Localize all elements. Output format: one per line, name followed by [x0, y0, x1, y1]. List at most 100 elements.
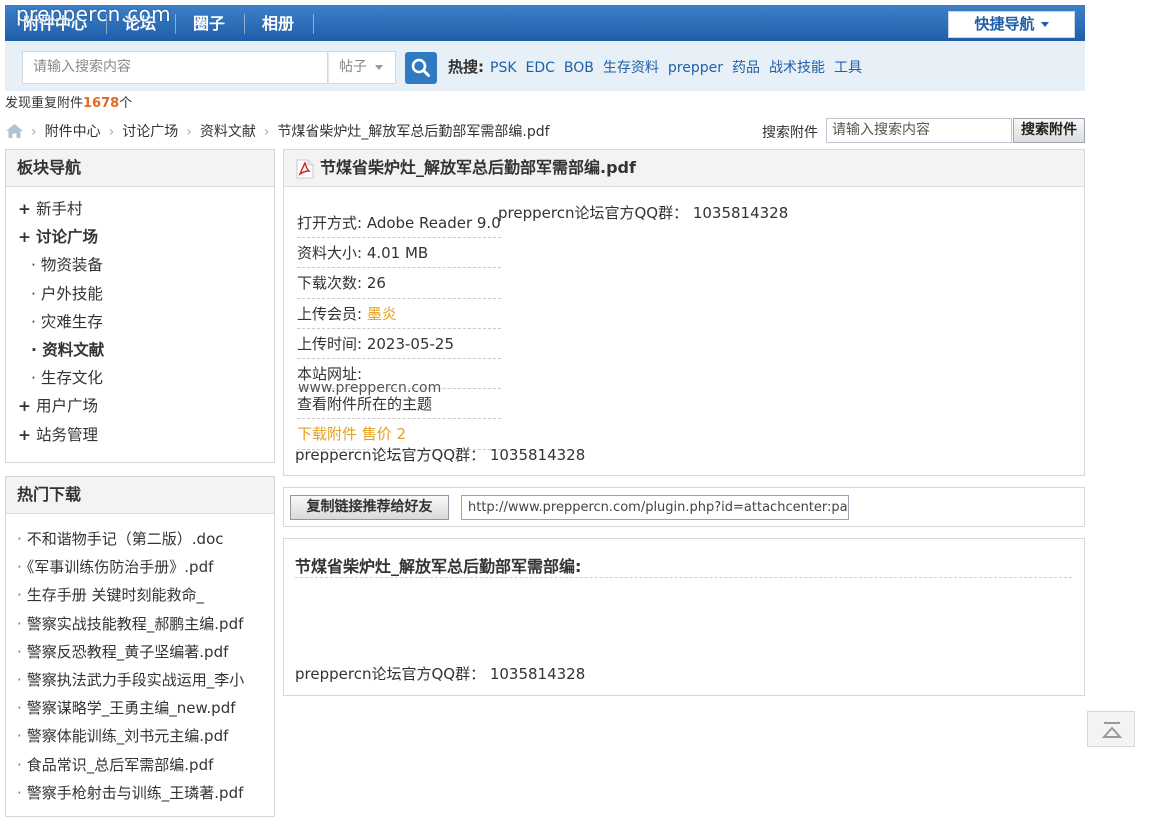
share-link-panel: 复制链接推荐给好友 http://www.preppercn.com/plugi…: [283, 487, 1085, 527]
sidebar-item-outdoor[interactable]: · 户外技能: [18, 280, 274, 308]
bullet-icon: ·: [31, 369, 41, 388]
sidebar-item-users[interactable]: + 用户广场: [18, 392, 274, 420]
hot-term-link[interactable]: 工具: [834, 60, 862, 76]
sidebar-item-label: 资料文献: [42, 340, 105, 359]
hot-download-item[interactable]: 警察执法武力手段实战运用_李小: [17, 667, 267, 695]
breadcrumb-separator: ›: [108, 124, 115, 140]
hot-download-item[interactable]: 《军事训练伤防治手册》.pdf: [17, 554, 267, 582]
forum-navigation-title: 板块导航: [6, 150, 274, 187]
bullet-icon: ·: [31, 340, 43, 359]
hot-term-link[interactable]: BOB: [564, 60, 594, 76]
hot-term-link[interactable]: 生存资料: [603, 60, 659, 76]
breadcrumb-discussion[interactable]: 讨论广场: [122, 124, 178, 140]
file-info-list: 打开方式: Adobe Reader 9.0 资料大小: 4.01 MB 下载次…: [297, 208, 501, 450]
sidebar-item-label: 生存文化: [40, 369, 103, 388]
sidebar-item-label: 灾难生存: [40, 312, 103, 331]
copy-link-button[interactable]: 复制链接推荐给好友: [290, 495, 449, 520]
expand-icon: +: [18, 228, 31, 247]
home-icon[interactable]: [6, 124, 23, 138]
open-with-row: 打开方式: Adobe Reader 9.0: [297, 208, 501, 239]
sidebar-item-label: 用户广场: [36, 397, 99, 416]
hot-term-link[interactable]: EDC: [526, 60, 555, 76]
hot-download-item[interactable]: 警察实战技能教程_郝鹏主编.pdf: [17, 611, 267, 639]
sidebar-item-newbie[interactable]: + 新手村: [18, 195, 274, 223]
hot-downloads-panel: 热门下载 不和谐物手记（第二版）.doc 《军事训练伤防治手册》.pdf 生存手…: [5, 476, 275, 817]
duplicate-count: 1678: [83, 96, 120, 111]
hot-download-item[interactable]: 警察反恐教程_黄子坚编著.pdf: [17, 639, 267, 667]
duplicate-notice-suffix: 个: [119, 96, 133, 111]
hot-downloads-title: 热门下载: [6, 477, 274, 514]
breadcrumb-separator: ›: [31, 124, 37, 140]
hot-term-link[interactable]: prepper: [668, 60, 723, 76]
share-url-field[interactable]: http://www.preppercn.com/plugin.php?id=a…: [461, 495, 849, 520]
view-thread-row: www.preppercn.com 查看附件所在的主题: [297, 380, 501, 420]
file-description-panel: 节煤省柴炉灶_解放军总后勤部军需部编: preppercn论坛官方QQ群： 10…: [283, 538, 1085, 696]
hot-download-item[interactable]: 警察体能训练_刘书元主编.pdf: [17, 723, 267, 751]
search-type-label: 帖子: [339, 59, 367, 75]
hot-term-link[interactable]: 药品: [732, 60, 760, 76]
search-icon: [411, 58, 430, 77]
hot-download-item[interactable]: 生存手册 关键时刻能救命_: [17, 582, 267, 610]
bullet-icon: ·: [31, 284, 41, 303]
uploader-label: 上传会员:: [297, 304, 367, 323]
quick-navigation-button[interactable]: 快捷导航: [948, 11, 1075, 38]
hot-download-item[interactable]: 警察谋略学_王勇主编_new.pdf: [17, 695, 267, 723]
site-watermark: preppercn.com: [16, 2, 171, 26]
file-size-row: 资料大小: 4.01 MB: [297, 238, 501, 269]
expand-icon: +: [18, 397, 31, 416]
attachment-search-input[interactable]: 请输入搜索内容: [826, 118, 1012, 143]
hot-download-item[interactable]: 食品常识_总后军需部编.pdf: [17, 752, 267, 780]
qq-group-info: preppercn论坛官方QQ群： 1035814328: [295, 665, 586, 683]
chevron-down-icon: [1040, 22, 1049, 27]
back-to-top-button[interactable]: [1087, 711, 1135, 747]
duplicate-notice-prefix: 发现重复附件: [5, 96, 84, 111]
hot-search-terms: PSK EDC BOB 生存资料 prepper 药品 战术技能 工具: [490, 57, 871, 77]
attachment-search-label: 搜索附件: [762, 125, 818, 141]
sidebar-item-label: 物资装备: [40, 256, 103, 275]
hot-download-item[interactable]: 不和谐物手记（第二版）.doc: [17, 526, 267, 554]
breadcrumb-attachment-center[interactable]: 附件中心: [45, 124, 101, 140]
file-title-bar: 节煤省柴炉灶_解放军总后勤部军需部编.pdf: [284, 150, 1084, 187]
search-bar: 请输入搜索内容 帖子 热搜: PSK EDC BOB 生存资料 prepper 药品 战术技…: [5, 41, 1085, 91]
sidebar-item-gear[interactable]: · 物资装备: [18, 251, 274, 279]
file-title: 节煤省柴炉灶_解放军总后勤部军需部编.pdf: [320, 158, 636, 177]
quick-navigation-label: 快捷导航: [974, 15, 1035, 33]
sidebar-item-label: 新手村: [36, 200, 83, 218]
breadcrumb-documents[interactable]: 资料文献: [200, 124, 256, 140]
sidebar-item-label: 户外技能: [40, 284, 103, 303]
sidebar-item-discussion[interactable]: + 讨论广场: [18, 223, 274, 251]
breadcrumb-separator: ›: [263, 124, 270, 140]
sidebar-item-culture[interactable]: · 生存文化: [18, 364, 274, 392]
expand-icon: +: [18, 200, 31, 218]
breadcrumb-separator: ›: [186, 124, 192, 140]
qq-group-info: preppercn论坛官方QQ群： 1035814328: [295, 446, 586, 464]
search-button[interactable]: [405, 52, 437, 84]
forum-navigation-list: + 新手村 + 讨论广场 · 物资装备 · 户外技能 · 灾难生存 · 资料文献 ·…: [6, 187, 274, 449]
file-info-panel: 节煤省柴炉灶_解放军总后勤部军需部编.pdf 打开方式: Adobe Reade…: [283, 149, 1085, 476]
search-input[interactable]: 请输入搜索内容: [22, 51, 328, 84]
forum-navigation-panel: 板块导航 + 新手村 + 讨论广场 · 物资装备 · 户外技能 · 灾难生存 · 资…: [5, 149, 275, 463]
uploader-link[interactable]: 墨炎: [367, 305, 397, 323]
sidebar-item-disaster[interactable]: · 灾难生存: [18, 308, 274, 336]
breadcrumb: › 附件中心 › 讨论广场 › 资料文献 › 节煤省柴炉灶_解放军总后勤部军需部编.pdf: [6, 121, 550, 141]
sidebar-item-admin[interactable]: + 站务管理: [18, 421, 274, 449]
pdf-file-icon: [296, 159, 314, 179]
sidebar-item-label: 站务管理: [36, 425, 99, 444]
search-type-select[interactable]: 帖子: [328, 51, 396, 84]
hot-downloads-list: 不和谐物手记（第二版）.doc 《军事训练伤防治手册》.pdf 生存手册 关键时…: [6, 514, 274, 808]
hot-term-link[interactable]: PSK: [490, 60, 517, 76]
nav-albums[interactable]: 相册: [262, 5, 294, 41]
sidebar-item-documents[interactable]: · 资料文献: [18, 336, 274, 364]
attachment-search-button[interactable]: 搜索附件: [1013, 118, 1085, 143]
hot-term-link[interactable]: 战术技能: [769, 60, 825, 76]
download-count-row: 下载次数: 26: [297, 268, 501, 299]
download-attachment-link[interactable]: 下载附件 售价 2: [297, 425, 406, 443]
site-url-text: www.preppercn.com: [298, 380, 442, 397]
uploader-row: 上传会员: 墨炎: [297, 299, 501, 329]
hot-download-item[interactable]: 警察手枪射击与训练_王璘著.pdf: [17, 780, 267, 808]
nav-divider: [175, 14, 176, 34]
nav-circles[interactable]: 圈子: [193, 5, 225, 41]
bullet-icon: ·: [31, 312, 41, 331]
hot-search-label: 热搜:: [448, 58, 484, 76]
upload-time-row: 上传时间: 2023-05-25: [297, 329, 501, 359]
